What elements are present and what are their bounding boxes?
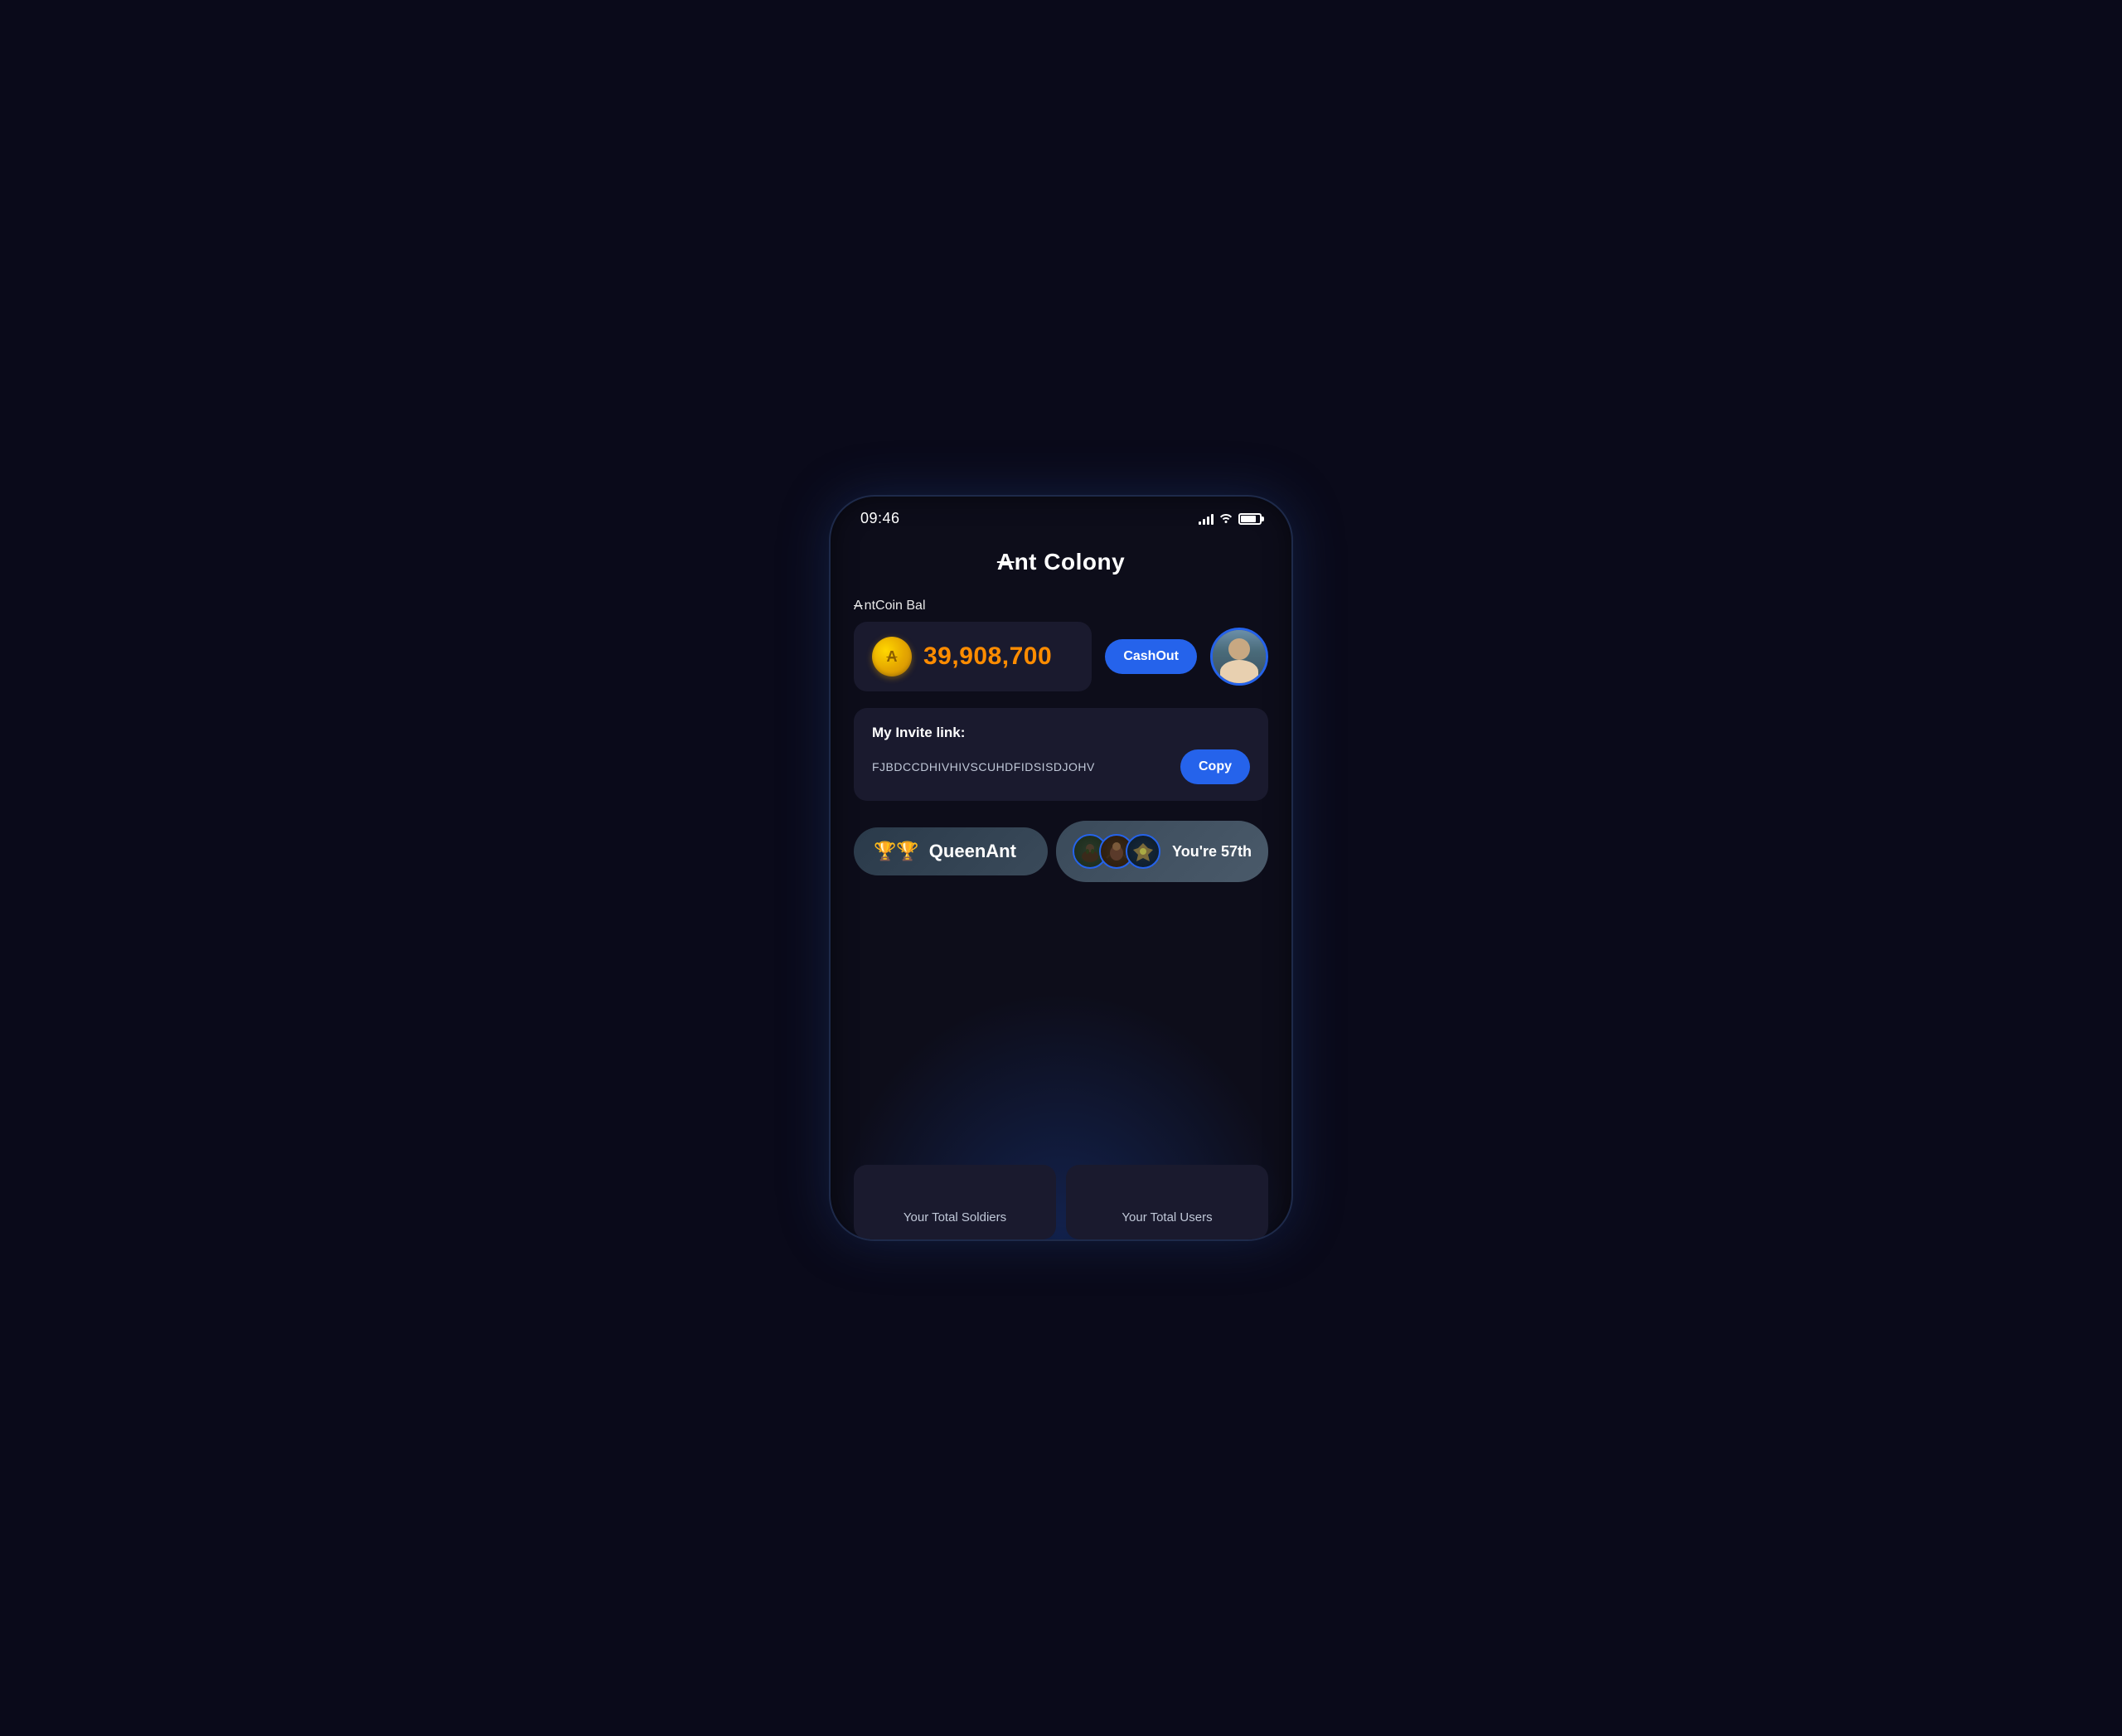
avatar-image [1213,630,1266,683]
queen-section: 🏆🏆 QueenAnt You're 57th [854,821,1268,882]
balance-card: A 39,908,700 [854,622,1092,691]
cashout-button[interactable]: CashOut [1105,639,1197,674]
invite-code: FJBDCCDHIVHIVSCUHDFIDSISDJOHV [872,760,1170,773]
status-icons [1199,512,1262,526]
status-bar: 09:46 [831,497,1291,534]
main-content: AntCoin Bal A 39,908,700 CashOut [831,599,1291,882]
stats-row: Your Total Soldiers Your Total Users [854,1165,1268,1239]
status-time: 09:46 [860,510,900,527]
queen-ant-label: QueenAnt [929,841,1016,862]
user-avatar [1210,628,1268,686]
balance-amount: 39,908,700 [923,643,1052,671]
users-label: Your Total Users [1122,1210,1212,1224]
trophy-icons: 🏆🏆 [874,841,919,862]
soldiers-card: Your Total Soldiers [854,1165,1056,1239]
rank-avatar-3 [1126,834,1160,869]
invite-title: My Invite link: [872,725,1250,741]
invite-row: FJBDCCDHIVHIVSCUHDFIDSISDJOHV Copy [872,749,1250,784]
copy-button[interactable]: Copy [1180,749,1250,784]
signal-icon [1199,513,1214,525]
battery-icon [1238,513,1262,525]
rank-text: You're 57th [1172,843,1252,861]
phone-frame: 09:46 Ant Colony AntCoin Bal [829,495,1293,1241]
rank-avatars [1073,834,1160,869]
antcoin-icon: A [872,637,912,676]
soldiers-label: Your Total Soldiers [904,1210,1006,1224]
queen-ant-button[interactable]: 🏆🏆 QueenAnt [854,827,1048,875]
balance-label: AntCoin Bal [854,599,1268,613]
balance-section: A 39,908,700 CashOut [854,622,1268,691]
invite-section: My Invite link: FJBDCCDHIVHIVSCUHDFIDSIS… [854,708,1268,801]
app-title: Ant Colony [831,549,1291,575]
wifi-icon [1218,512,1233,526]
rank-button[interactable]: You're 57th [1056,821,1268,882]
users-card: Your Total Users [1066,1165,1268,1239]
